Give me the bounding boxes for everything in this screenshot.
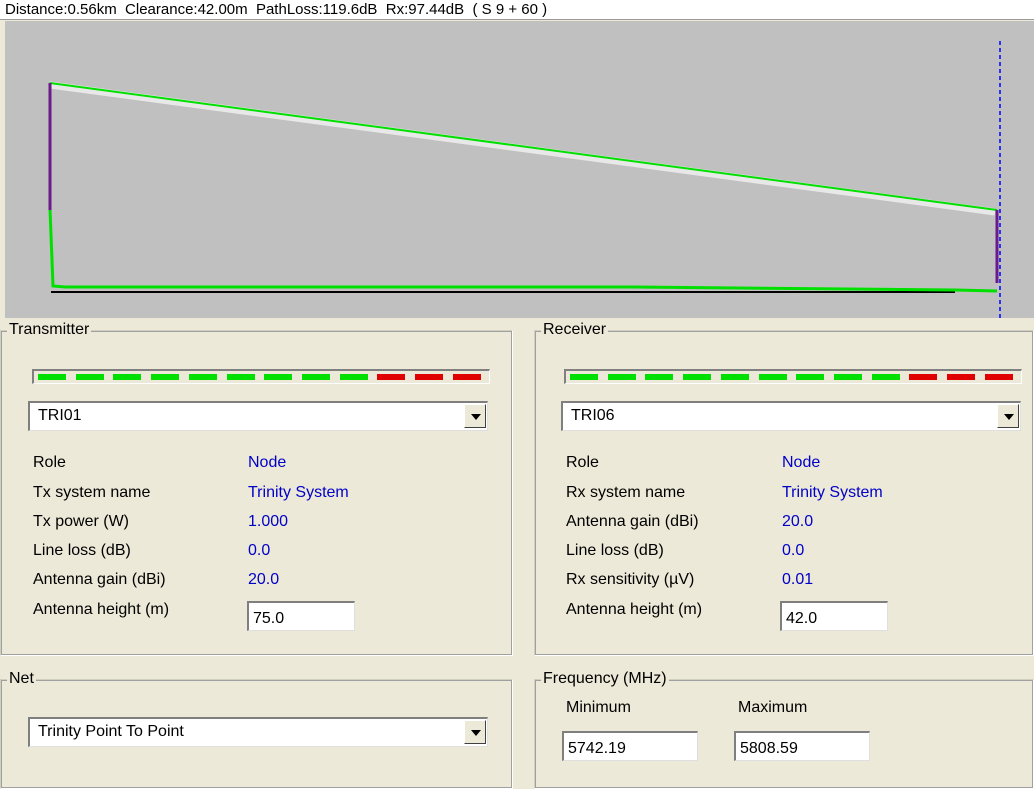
tx-meter-segment	[377, 374, 406, 380]
tx-meter-segment	[264, 374, 293, 380]
tx-antenna-height-label: Antenna height (m)	[33, 601, 170, 618]
rx-meter-segment	[947, 374, 975, 380]
rx-antenna-height-label: Antenna height (m)	[566, 601, 703, 618]
status-line: Distance:0.56km Clearance:42.00m PathLos…	[0, 0, 1034, 20]
rx-sensitivity-label: Rx sensitivity (µV)	[566, 571, 695, 588]
tx-role-value: Node	[248, 454, 287, 471]
path-profile-view[interactable]	[5, 21, 1034, 318]
frequency-min-label: Minimum	[566, 699, 631, 716]
tx-meter-segment	[38, 374, 66, 380]
net-dropdown-icon[interactable]	[464, 720, 486, 744]
rx-meter-segment	[909, 374, 938, 380]
tx-antenna-height-input[interactable]	[247, 601, 355, 631]
frequency-title: Frequency (MHz)	[541, 669, 669, 689]
rx-meter-segment	[758, 374, 787, 380]
rx-meter-segment	[683, 374, 712, 380]
tx-line-loss-value: 0.0	[248, 542, 271, 559]
rx-station-dropdown-icon[interactable]	[997, 404, 1019, 428]
tx-antenna-gain-value: 20.0	[248, 571, 280, 588]
tx-station-select[interactable]: TRI01	[28, 401, 488, 431]
terrain-line	[48, 208, 998, 293]
net-value: Trinity Point To Point	[38, 723, 184, 740]
rx-meter-segment	[796, 374, 825, 380]
rx-meter-segment	[833, 374, 862, 380]
tx-line-loss-label: Line loss (dB)	[33, 542, 131, 559]
tx-antenna-gain-label: Antenna gain (dBi)	[33, 571, 166, 588]
rx-meter-segment	[645, 374, 674, 380]
net-title: Net	[7, 669, 36, 689]
tx-system-name-label: Tx system name	[33, 484, 151, 501]
tx-system-name-value: Trinity System	[248, 484, 349, 501]
tx-signal-meter	[32, 369, 490, 384]
rx-line-loss-label: Line loss (dB)	[566, 542, 664, 559]
rx-meter-segment	[720, 374, 749, 380]
tx-meter-segment	[301, 374, 330, 380]
rx-signal-meter	[564, 369, 1022, 384]
frequency-min-input[interactable]	[562, 731, 698, 761]
rx-meter-segment	[984, 374, 1013, 380]
rx-station-value: TRI06	[571, 407, 615, 424]
rx-antenna-gain-value: 20.0	[782, 513, 814, 530]
rx-system-name-value: Trinity System	[782, 484, 883, 501]
tx-power-label: Tx power (W)	[33, 513, 129, 530]
tx-meter-segment	[452, 374, 481, 380]
tx-meter-segment	[113, 374, 142, 380]
rx-role-value: Node	[782, 454, 821, 471]
tx-role-label: Role	[33, 454, 66, 471]
rx-antenna-gain-label: Antenna gain (dBi)	[566, 513, 699, 530]
tx-power-value: 1.000	[248, 513, 289, 530]
radio-ray-line	[49, 82, 998, 211]
tx-meter-segment	[151, 374, 180, 380]
tx-meter-segment	[415, 374, 443, 380]
tx-meter-segment	[75, 374, 104, 380]
rx-meter-segment	[871, 374, 900, 380]
fresnel-zone-band	[49, 81, 996, 216]
tx-station-dropdown-icon[interactable]	[464, 404, 486, 428]
rx-meter-segment	[607, 374, 636, 380]
rx-antenna-height-input[interactable]	[780, 601, 888, 631]
rx-sensitivity-value: 0.01	[782, 571, 814, 588]
rx-station-select[interactable]: TRI06	[561, 401, 1021, 431]
rx-system-name-label: Rx system name	[566, 484, 686, 501]
frequency-max-label: Maximum	[738, 699, 808, 716]
tx-meter-segment	[226, 374, 255, 380]
rx-role-label: Role	[566, 454, 599, 471]
tx-meter-segment	[188, 374, 217, 380]
tx-station-value: TRI01	[38, 407, 82, 424]
receiver-title: Receiver	[541, 320, 609, 340]
transmitter-title: Transmitter	[7, 320, 92, 340]
tx-meter-segment	[339, 374, 368, 380]
rx-meter-segment	[570, 374, 598, 380]
net-select[interactable]: Trinity Point To Point	[28, 717, 488, 747]
path-profile-graph	[48, 41, 1001, 318]
frequency-max-input[interactable]	[734, 731, 870, 761]
rx-line-loss-value: 0.0	[782, 542, 805, 559]
